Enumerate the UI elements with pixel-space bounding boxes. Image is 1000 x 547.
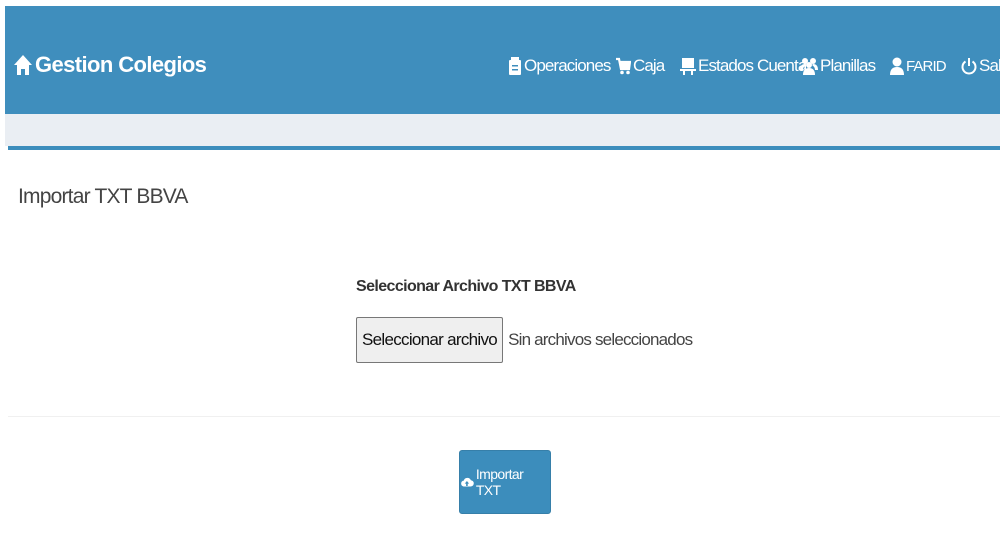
nav-estados-cuenta[interactable]: Estados Cuenta — [680, 52, 807, 80]
choose-file-button[interactable]: Seleccionar archivo — [356, 317, 504, 363]
nav-label: FARID — [906, 57, 947, 75]
cart-icon — [616, 57, 631, 75]
nav-label: Operaciones — [524, 56, 611, 75]
import-txt-label: Importar TXT — [475, 466, 524, 498]
brand-link[interactable]: Gestion Colegios — [13, 50, 207, 80]
users-icon — [800, 58, 818, 75]
nav-planillas[interactable]: Planillas — [800, 52, 876, 80]
clipboard-icon — [509, 57, 521, 75]
nav-label: Planillas — [820, 56, 876, 75]
nav-caja[interactable]: Caja — [615, 52, 665, 80]
file-input: Seleccionar archivo Sin archivos selecci… — [356, 317, 693, 363]
blackboard-icon — [680, 58, 696, 75]
home-icon — [14, 55, 32, 75]
card-divider — [8, 416, 1000, 417]
content-header-band — [5, 114, 1000, 146]
file-status: Sin archivos seleccionados — [508, 330, 693, 349]
import-txt-button[interactable]: Importar TXT — [459, 450, 551, 514]
user-icon — [890, 57, 904, 75]
nav-label: Caja — [633, 56, 665, 75]
brand-name: Gestion Colegios — [35, 52, 207, 77]
file-field-label: Seleccionar Archivo TXT BBVA — [356, 278, 576, 295]
nav-label: Salir — [979, 56, 1000, 75]
nav-label: Estados Cuenta — [698, 56, 807, 75]
nav-operaciones[interactable]: Operaciones — [508, 52, 611, 80]
nav-user[interactable]: FARID — [890, 52, 947, 80]
import-card: Importar TXT BBVA Seleccionar Archivo TX… — [8, 146, 1000, 547]
card-title: Importar TXT BBVA — [18, 185, 188, 208]
power-icon — [961, 58, 977, 75]
navbar: Gestion Colegios Operaciones Caja Estado… — [5, 6, 1000, 114]
cloud-upload-icon — [461, 477, 474, 487]
nav-salir[interactable]: Salir — [961, 52, 1000, 80]
